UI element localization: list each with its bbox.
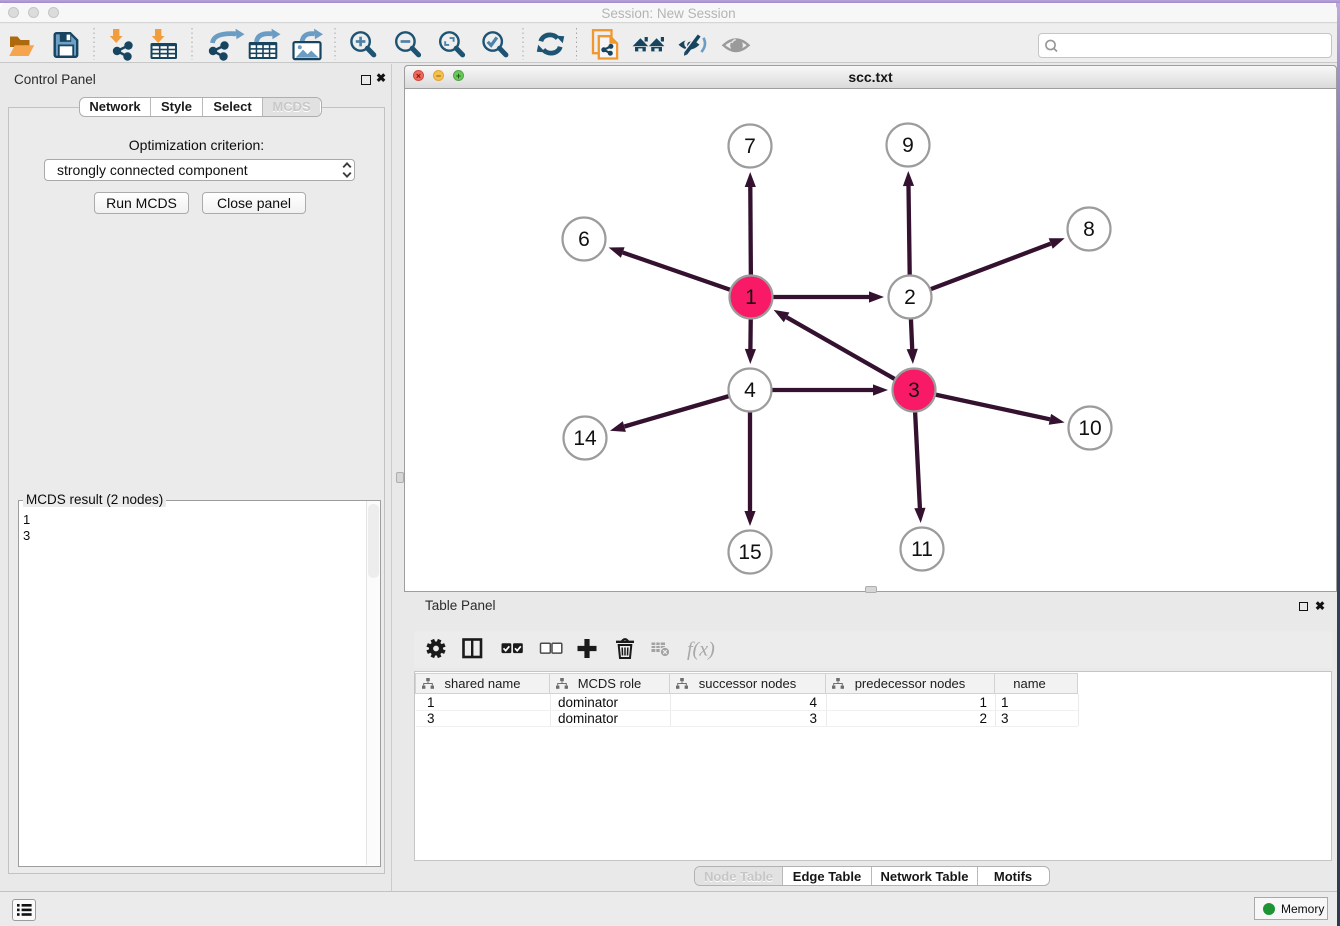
- svg-text:2: 2: [904, 286, 916, 309]
- svg-text:6: 6: [578, 228, 590, 251]
- svg-text:10: 10: [1078, 417, 1101, 440]
- svg-text:f(x): f(x): [687, 639, 715, 661]
- svg-text:1: 1: [745, 286, 757, 309]
- svg-text:4: 4: [744, 379, 756, 402]
- svg-text:11: 11: [911, 538, 933, 561]
- svg-text:7: 7: [744, 135, 756, 158]
- svg-text:3: 3: [908, 379, 920, 402]
- svg-text:14: 14: [573, 427, 597, 450]
- svg-text:9: 9: [902, 134, 914, 157]
- svg-text:15: 15: [738, 541, 761, 564]
- svg-text:8: 8: [1083, 218, 1095, 241]
